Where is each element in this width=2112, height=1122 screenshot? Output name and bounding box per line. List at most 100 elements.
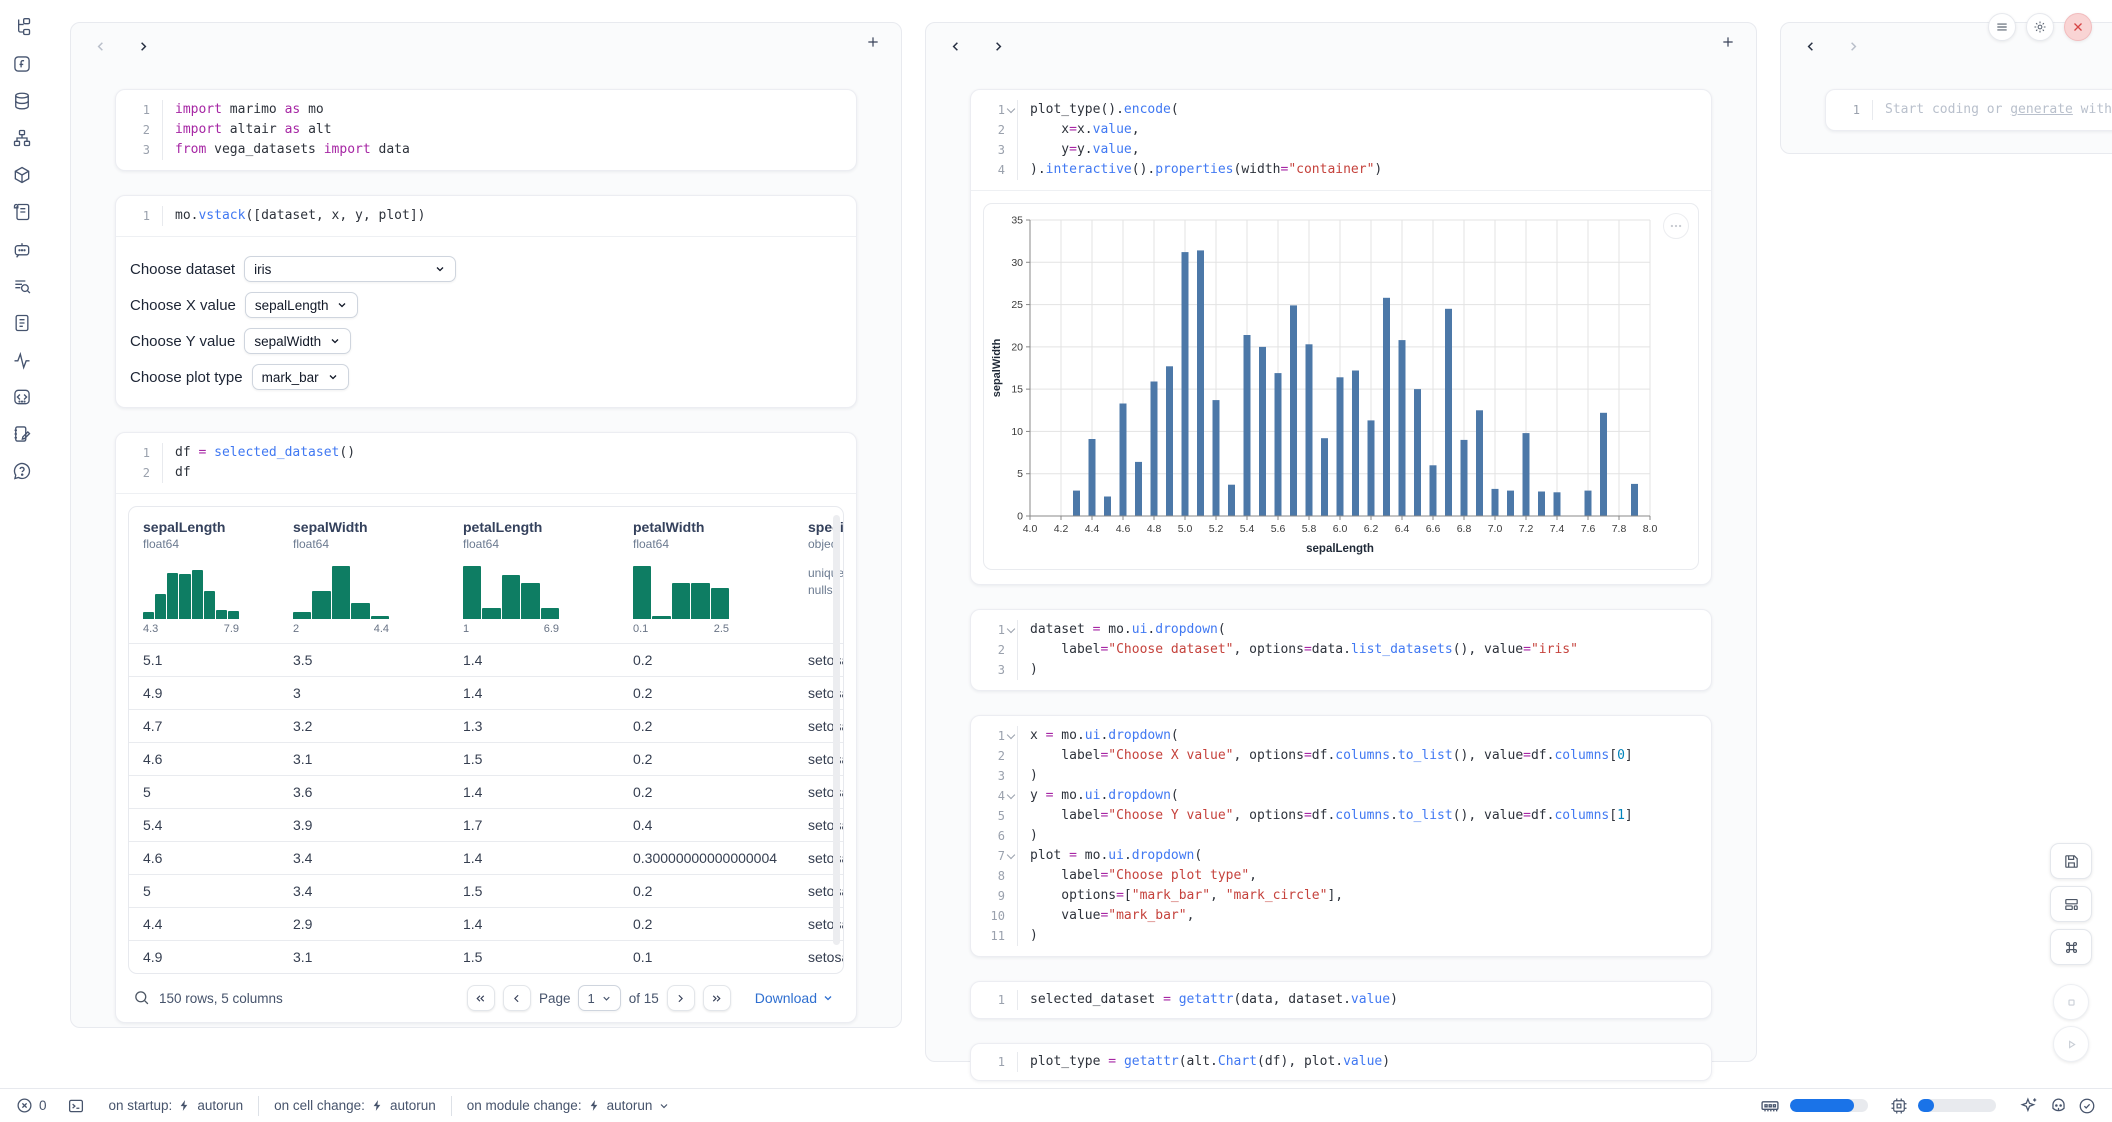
page-label: Page: [539, 991, 571, 1006]
page-select[interactable]: 1: [578, 985, 620, 1011]
last-page-button[interactable]: [703, 985, 731, 1011]
runtime-config-2[interactable]: on module change:autorun: [467, 1098, 671, 1113]
generate-with-ai-link[interactable]: generate: [2010, 102, 2073, 117]
code-line: 1import marimo as mo: [116, 100, 856, 120]
table-cell: 4.9: [129, 677, 279, 709]
next-page-button[interactable]: [667, 985, 695, 1011]
prev-page-button[interactable]: [503, 985, 531, 1011]
sidebar-item-functions[interactable]: [12, 54, 34, 74]
table-cell: 3.1: [279, 941, 449, 973]
chevron-right-icon: [674, 992, 687, 1005]
settings-button[interactable]: [2026, 13, 2054, 41]
table-row: 4.931.40.2setosa: [129, 676, 843, 709]
table-cell: 0.2: [619, 644, 794, 676]
fold-marker-icon[interactable]: [1005, 100, 1017, 120]
fold-marker-icon[interactable]: [1005, 846, 1017, 866]
shutdown-button[interactable]: [2064, 13, 2092, 41]
code-editor-imports[interactable]: 1import marimo as mo2import altair as al…: [116, 90, 856, 170]
column-move-right-button[interactable]: [991, 39, 1006, 55]
sidebar-item-logs[interactable]: [12, 202, 34, 222]
first-page-button[interactable]: [467, 985, 495, 1011]
column-move-right-button[interactable]: [1846, 39, 1861, 55]
code-editor-plot-type[interactable]: 1plot_type = getattr(alt.Chart(df), plot…: [971, 1044, 1711, 1080]
search-list-icon: [12, 276, 32, 296]
save-icon: [2063, 853, 2080, 870]
copilot-button[interactable]: [2049, 1096, 2068, 1115]
ai-assistant-button[interactable]: [2020, 1096, 2039, 1115]
dropdown-0[interactable]: iris: [244, 256, 456, 282]
error-count-button[interactable]: 0: [16, 1097, 47, 1114]
save-button[interactable]: [2050, 843, 2092, 879]
code-editor-vstack[interactable]: 1mo.vstack([dataset, x, y, plot]): [116, 196, 856, 236]
runtime-config-0[interactable]: on startup:autorun: [109, 1098, 244, 1113]
chart-menu-button[interactable]: [1663, 213, 1689, 239]
table-cell: 3.2: [279, 710, 449, 742]
column-move-left-button[interactable]: [1803, 39, 1818, 55]
dropdown-2[interactable]: sepalWidth: [244, 328, 351, 354]
terminal-button[interactable]: [67, 1097, 85, 1115]
code-editor-controls[interactable]: 1x = mo.ui.dropdown(2 label="Choose X va…: [971, 716, 1711, 956]
download-button[interactable]: Download: [749, 989, 840, 1007]
column-move-left-button[interactable]: [948, 39, 963, 55]
fold-spacer: [150, 120, 162, 140]
column-header-sepalLength[interactable]: sepalLengthfloat644.37.9: [129, 507, 279, 643]
sidebar-item-snippets[interactable]: [12, 313, 34, 333]
fold-marker-icon[interactable]: [1005, 726, 1017, 746]
column-header-petalWidth[interactable]: petalWidthfloat640.12.5: [619, 507, 794, 643]
page-of-label: of 15: [629, 991, 659, 1006]
cell-dataset-dropdown: 1dataset = mo.ui.dropdown(2 label="Choos…: [970, 609, 1712, 691]
sidebar-item-modules[interactable]: [12, 387, 34, 407]
connection-status-button[interactable]: [2078, 1096, 2096, 1115]
cell-selected-dataset: 1selected_dataset = getattr(data, datase…: [970, 981, 1712, 1019]
sidebar-item-datasources[interactable]: [12, 91, 34, 111]
column-header-sepalWidth[interactable]: sepalWidthfloat6424.4: [279, 507, 449, 643]
notebook-column-1: 1import marimo as mo2import altair as al…: [70, 22, 902, 1028]
sidebar-item-documentation[interactable]: [12, 276, 34, 296]
code-editor-dataset[interactable]: 1dataset = mo.ui.dropdown(2 label="Choos…: [971, 610, 1711, 690]
sidebar-item-chat[interactable]: [12, 239, 34, 259]
layout-button[interactable]: [2050, 886, 2092, 922]
svg-text:7.8: 7.8: [1612, 523, 1627, 535]
table-cell: 4.4: [129, 908, 279, 940]
table-scrollbar[interactable]: [833, 515, 840, 945]
code-editor-selected-dataset[interactable]: 1selected_dataset = getattr(data, datase…: [971, 982, 1711, 1018]
sidebar-item-packages[interactable]: [12, 165, 34, 185]
code-editor-plot[interactable]: 1plot_type().encode(2 x=x.value,3 y=y.va…: [971, 90, 1711, 190]
table-cell: 4.6: [129, 842, 279, 874]
bar-chart[interactable]: 4.04.24.44.64.85.05.25.45.65.86.06.26.46…: [986, 210, 1674, 562]
fold-spacer: [1005, 640, 1017, 660]
column-move-left-button[interactable]: [93, 39, 108, 55]
chevron-down-icon: [434, 263, 446, 275]
sidebar-item-help[interactable]: [12, 461, 34, 481]
dropdown-3[interactable]: mark_bar: [252, 364, 349, 390]
form-row: Choose Y valuesepalWidth: [130, 323, 842, 359]
keyboard-shortcuts-button[interactable]: [2050, 929, 2092, 965]
chevron-down-icon: [822, 992, 834, 1004]
sidebar-item-dependency-graph[interactable]: [12, 128, 34, 148]
column-header-petalLength[interactable]: petalLengthfloat6416.9: [449, 507, 619, 643]
menu-button[interactable]: [1988, 13, 2016, 41]
search-icon[interactable]: [132, 989, 150, 1007]
fold-marker-icon[interactable]: [1005, 620, 1017, 640]
code-editor-dataframe[interactable]: 1df = selected_dataset()2df: [116, 433, 856, 493]
dropdown-1[interactable]: sepalLength: [245, 292, 359, 318]
run-button[interactable]: [2053, 1026, 2089, 1062]
table-cell: 0.2: [619, 908, 794, 940]
fold-marker-icon[interactable]: [1005, 786, 1017, 806]
svg-text:35: 35: [1011, 215, 1023, 227]
notebook-column-3: 1Start coding or generate with AI: [1780, 22, 2112, 154]
bolt-icon: [588, 1099, 601, 1112]
column-move-right-button[interactable]: [136, 39, 151, 55]
sidebar-item-scratchpad[interactable]: [12, 424, 34, 444]
sidebar-item-tracing[interactable]: [12, 350, 34, 370]
svg-text:6.0: 6.0: [1333, 523, 1348, 535]
code-editor-empty[interactable]: 1Start coding or generate with AI: [1826, 90, 2112, 130]
add-column-button[interactable]: [859, 33, 887, 54]
code-line: 3 y=y.value,: [971, 140, 1711, 160]
sidebar-item-file-explorer[interactable]: [12, 17, 34, 37]
chevron-left-icon: [510, 992, 523, 1005]
stop-button[interactable]: [2053, 984, 2089, 1020]
runtime-config-1[interactable]: on cell change:autorun: [274, 1098, 436, 1113]
code-line: 1plot_type = getattr(alt.Chart(df), plot…: [971, 1052, 1711, 1072]
add-column-button[interactable]: [1714, 33, 1742, 54]
